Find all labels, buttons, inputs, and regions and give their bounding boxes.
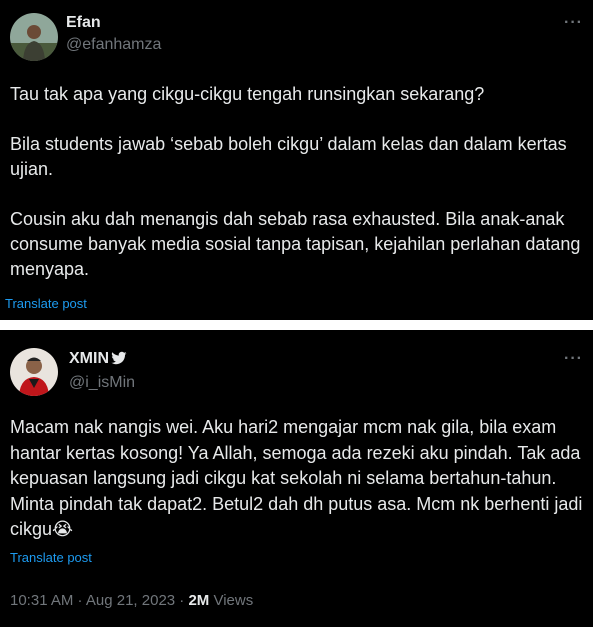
display-name-row[interactable]: XMIN xyxy=(69,350,127,368)
user-handle[interactable]: @i_isMin xyxy=(69,374,135,392)
translate-post-link[interactable]: Translate post xyxy=(10,550,92,565)
tweet-paragraph: Macam nak nangis wei. Aku hari2 mengajar… xyxy=(10,417,583,539)
tweet-metadata: 10:31 AM · Aug 21, 2023 · 2M Views xyxy=(10,592,253,609)
display-name[interactable]: Efan xyxy=(66,14,101,32)
avatar[interactable] xyxy=(10,13,58,61)
loudly-crying-face-emoji: 😭 xyxy=(52,519,74,539)
tweet-paragraph: Cousin aku dah menangis dah sebab rasa e… xyxy=(10,209,581,279)
twitter-bird-icon xyxy=(111,351,127,365)
display-name[interactable]: XMIN xyxy=(69,350,109,367)
views-label: Views xyxy=(209,592,254,609)
avatar[interactable] xyxy=(10,348,58,396)
more-options-icon[interactable]: ··· xyxy=(564,14,583,32)
timestamp[interactable]: 10:31 AM · Aug 21, 2023 · xyxy=(10,592,188,609)
tweet-paragraph: Bila students jawab ‘sebab boleh cikgu’ … xyxy=(10,134,567,179)
translate-post-link[interactable]: Translate post xyxy=(5,296,87,311)
user-handle[interactable]: @efanhamza xyxy=(66,36,161,54)
more-options-icon[interactable]: ··· xyxy=(564,350,583,368)
tweet-card-efan: Efan @efanhamza ··· Tau tak apa yang cik… xyxy=(0,0,593,320)
avatar-photo-icon xyxy=(10,13,58,61)
tweet-text: Macam nak nangis wei. Aku hari2 mengajar… xyxy=(10,415,585,543)
divider xyxy=(0,320,593,330)
tweet-text: Tau tak apa yang cikgu-cikgu tengah runs… xyxy=(10,82,585,282)
views-count: 2M xyxy=(188,592,210,609)
avatar-photo-icon xyxy=(10,348,58,396)
tweet-paragraph: Tau tak apa yang cikgu-cikgu tengah runs… xyxy=(10,84,485,104)
tweet-card-xmin: XMIN @i_isMin ··· Macam nak nangis wei. … xyxy=(0,330,593,627)
